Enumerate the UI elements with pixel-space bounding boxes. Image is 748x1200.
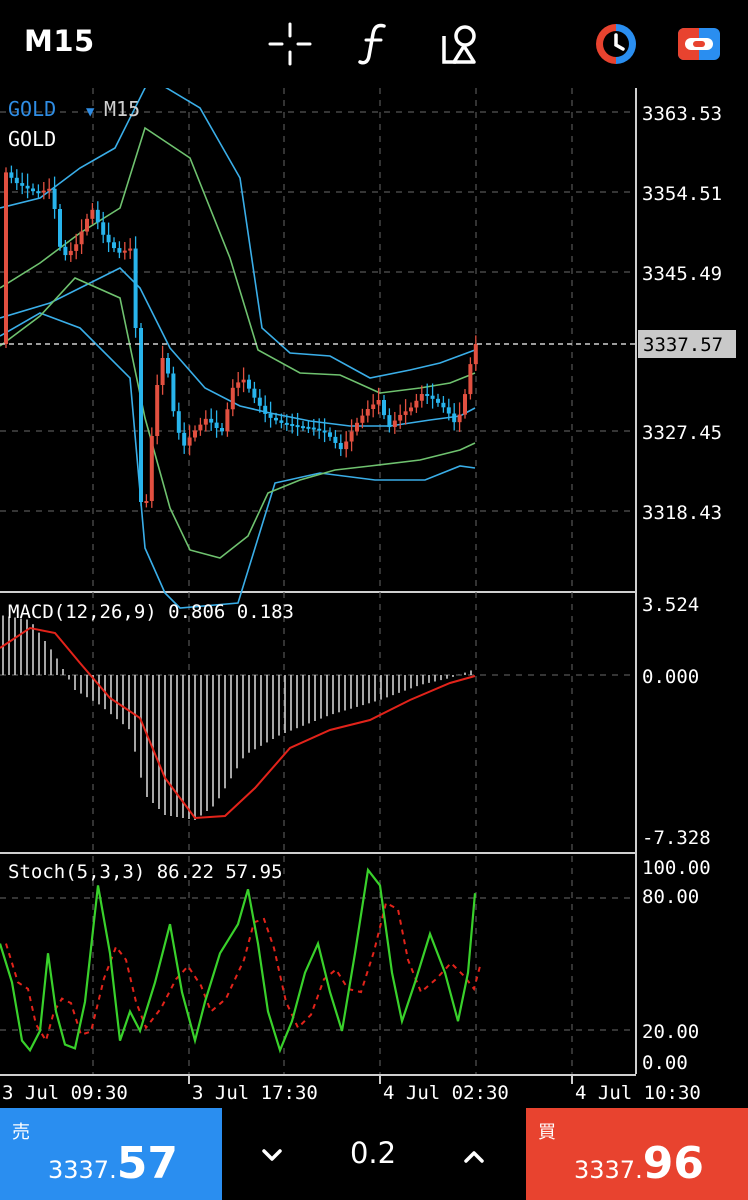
macd-label: MACD(12,26,9) 0.806 0.183	[8, 601, 294, 623]
stoch-tick: 0.00	[642, 1052, 688, 1074]
time-tick: 4 Jul 02:30	[383, 1082, 509, 1104]
trade-toggle-icon[interactable]	[673, 18, 725, 70]
chart-grid	[0, 88, 636, 1074]
chart-area[interactable]: GOLD ▼ M15 GOLD 3363.53 3354.51 3345.49 …	[0, 76, 748, 1108]
symbol-dropdown-icon[interactable]: ▼	[86, 104, 95, 120]
buy-price-big: 96	[642, 1138, 704, 1189]
buy-price: 3337.96	[574, 1138, 704, 1189]
sell-button[interactable]: 売 3337.57	[0, 1108, 222, 1200]
macd-axis: 3.524 0.000 -7.328	[642, 594, 711, 849]
stoch-tick: 100.00	[642, 857, 711, 879]
volume-value[interactable]: 0.2	[330, 1136, 416, 1170]
price-axis: 3363.53 3354.51 3345.49 3327.45 3318.43	[642, 103, 722, 524]
macd-tick: 3.524	[642, 594, 699, 616]
indicator-name-label: GOLD	[8, 127, 56, 151]
sell-price-prefix: 3337.	[48, 1156, 117, 1184]
objects-icon[interactable]	[434, 18, 486, 70]
stoch-signal-line	[5, 901, 482, 1044]
trade-panel: 売 3337.57 0.2 買 3337.96	[0, 1108, 748, 1200]
clock-icon[interactable]	[590, 18, 642, 70]
sell-price: 3337.57	[48, 1138, 178, 1189]
time-tick: 4 Jul 10:30	[575, 1082, 701, 1104]
symbol-label[interactable]: GOLD	[8, 97, 56, 121]
macd-tick: 0.000	[642, 666, 699, 688]
sell-price-big: 57	[116, 1138, 178, 1189]
macd-histogram	[2, 615, 472, 820]
time-tick: 3 Jul 17:30	[192, 1082, 318, 1104]
crosshair-icon[interactable]	[264, 18, 316, 70]
chart-svg[interactable]: GOLD ▼ M15 GOLD 3363.53 3354.51 3345.49 …	[0, 76, 748, 1108]
function-icon[interactable]	[350, 18, 402, 70]
current-price-text: 3337.57	[643, 334, 723, 356]
candles	[4, 165, 478, 508]
volume-decrease-button[interactable]	[250, 1136, 294, 1176]
stoch-axis: 100.00 80.00 20.00 0.00	[642, 857, 711, 1074]
timeframe-button[interactable]: M15	[24, 24, 95, 58]
price-tick: 3318.43	[642, 502, 722, 524]
volume-increase-button[interactable]	[452, 1136, 496, 1176]
time-axis: 3 Jul 09:30 3 Jul 17:30 4 Jul 02:30 4 Ju…	[2, 1075, 701, 1104]
buy-price-prefix: 3337.	[574, 1156, 643, 1184]
stoch-tick: 20.00	[642, 1021, 699, 1043]
macd-tick: -7.328	[642, 827, 711, 849]
chevron-down-icon	[262, 1149, 282, 1161]
bollinger-bands	[0, 76, 476, 609]
price-tick: 3363.53	[642, 103, 722, 125]
top-toolbar: M15	[0, 0, 748, 88]
symbol-timeframe-label: M15	[104, 97, 140, 121]
stoch-main-line	[0, 867, 477, 1054]
time-tick: 3 Jul 09:30	[2, 1082, 128, 1104]
price-tick: 3327.45	[642, 422, 722, 444]
stoch-tick: 80.00	[642, 886, 699, 908]
price-tick: 3354.51	[642, 183, 722, 205]
buy-label: 買	[538, 1122, 556, 1143]
buy-button[interactable]: 買 3337.96	[526, 1108, 748, 1200]
chevron-up-icon	[464, 1151, 484, 1163]
price-tick: 3345.49	[642, 263, 722, 285]
stoch-label: Stoch(5,3,3) 86.22 57.95	[8, 861, 283, 883]
sell-label: 売	[12, 1122, 30, 1143]
